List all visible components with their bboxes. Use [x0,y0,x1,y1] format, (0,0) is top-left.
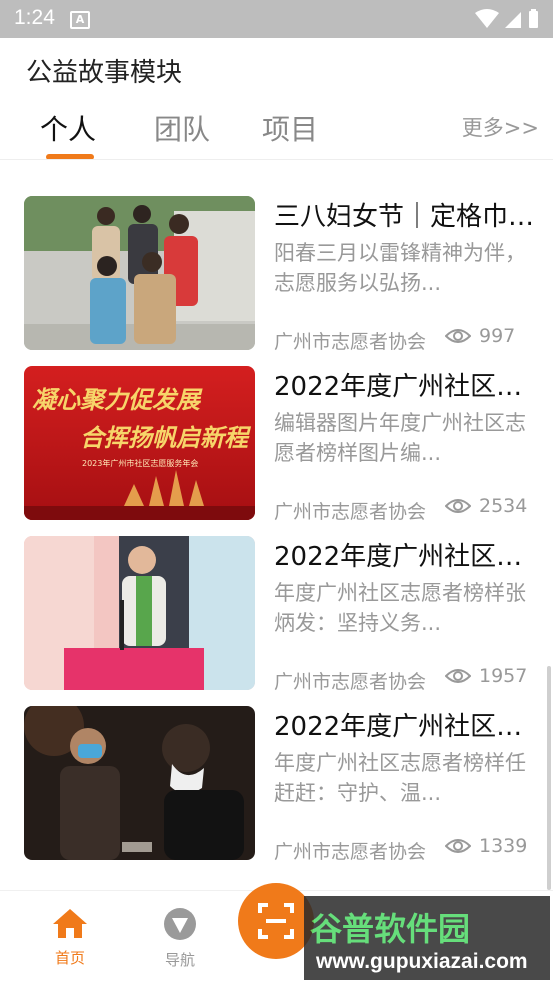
story-title: 2022年度广州社区志愿者榜样 [274,712,536,742]
page-title: 公益故事模块 [26,58,183,88]
story-views: 2534 [445,495,527,517]
story-views: 1957 [445,665,527,687]
banner-line2: 合挥扬帆启新程 [80,423,252,452]
watermark-url: www.gupuxiazai.com [316,950,528,973]
view-count: 2534 [479,495,528,517]
story-source: 广州市志愿者协会 [274,501,427,523]
story-views: 997 [445,325,515,347]
story-views: 1339 [445,835,527,857]
system-icons [473,8,543,34]
category-tabs: 个人 团队 项目 更多>> [0,108,553,160]
navigation-icon [164,908,196,940]
status-bar: 1:24 A [0,0,553,38]
view-count: 1957 [479,665,528,687]
story-summary: 编辑器图片年度广州社区志愿者榜样图片编... [274,411,526,465]
divider [0,159,553,160]
nav-home-label: 首页 [54,949,85,967]
story-thumbnail-speaker [24,536,255,690]
story-summary: 年度广州社区志愿者榜样任赶赶：守护、温... [274,751,526,805]
story-card[interactable]: 凝心聚力促发展 合挥扬帆启新程 2023年广州市社区志愿服务年会 2022年度广… [0,366,553,523]
watermark: 谷普软件园 www.gupuxiazai.com [304,896,550,980]
eye-icon [445,839,471,853]
story-title: 2022年度广州社区志愿者榜样 [274,372,536,402]
eye-icon [445,329,471,343]
story-card[interactable]: 三八妇女节｜定格巾帼风采 阳春三月以雷锋精神为伴，志愿服务以弘扬... 广州市志… [0,196,553,353]
story-title: 2022年度广州社区志愿者榜样 [274,542,536,572]
nav-home[interactable]: 首页 [30,907,110,968]
story-card[interactable]: 2022年度广州社区志愿者榜样 年度广州社区志愿者榜样任赶赶：守护、温... 广… [0,706,553,863]
status-time: 1:24 [14,6,55,29]
story-source: 广州市志愿者协会 [274,331,427,353]
eye-icon [445,669,471,683]
battery-icon [529,9,538,28]
banner-line3: 2023年广州市社区志愿服务年会 [82,458,198,468]
view-count: 1339 [479,835,528,857]
story-summary: 年度广州社区志愿者榜样张炳发：坚持义务... [274,581,526,635]
story-thumbnail-night [24,706,255,860]
home-icon [53,909,87,938]
scan-icon [258,903,294,939]
story-source: 广州市志愿者协会 [274,841,427,863]
tab-project[interactable]: 项目 [262,108,318,148]
scan-button[interactable] [238,883,314,959]
story-thumbnail-photo [24,196,255,350]
nav-navigation[interactable]: 导航 [140,907,220,970]
story-title: 三八妇女节｜定格巾帼风采 [274,202,536,232]
watermark-brand: 谷普软件园 [310,910,471,948]
tab-personal[interactable]: 个人 [40,108,96,148]
banner-line1: 凝心聚力促发展 [32,385,203,414]
signal-icon [505,12,521,28]
tab-team[interactable]: 团队 [154,108,210,148]
nav-navigation-label: 导航 [164,951,195,969]
view-count: 997 [479,325,516,347]
more-link[interactable]: 更多>> [462,112,539,142]
story-summary: 阳春三月以雷锋精神为伴，志愿服务以弘扬... [274,241,526,295]
scrollbar[interactable] [547,666,551,890]
wifi-icon [475,9,499,28]
story-thumbnail-banner: 凝心聚力促发展 合挥扬帆启新程 2023年广州市社区志愿服务年会 [24,366,255,520]
story-card[interactable]: 2022年度广州社区志愿者榜样 年度广州社区志愿者榜样张炳发：坚持义务... 广… [0,536,553,693]
notification-a-icon: A [70,11,90,29]
eye-icon [445,499,471,513]
story-source: 广州市志愿者协会 [274,671,427,693]
